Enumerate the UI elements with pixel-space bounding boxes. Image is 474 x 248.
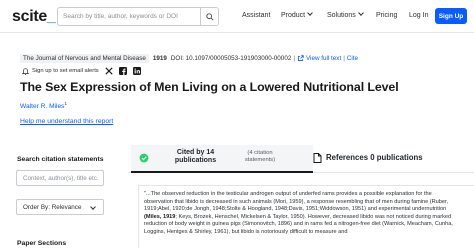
citation-text-before: "...The observed reduction in the testic… <box>144 191 449 213</box>
nav-login[interactable]: Log In <box>409 12 428 19</box>
search-input[interactable]: Search by title, author, keywords or DOI <box>58 13 200 20</box>
order-by-value: Order By: Relevance <box>23 203 82 211</box>
author-name[interactable]: Walter R. Miles <box>20 103 64 110</box>
search-citation-statements-heading: Search citation statements <box>17 156 104 163</box>
logo-underscore: _ <box>46 8 56 25</box>
twitter-icon[interactable] <box>105 67 113 75</box>
citation-text-after: ; Keys, Brozek, Henschel, Mickelsen & Ta… <box>144 213 453 235</box>
publication-year: 1919 <box>152 55 167 62</box>
order-by-select[interactable]: Order By: Relevance <box>16 199 104 215</box>
cited-by-label: Cited by 14 publications <box>173 149 218 165</box>
cite-link[interactable]: Cite <box>347 55 358 62</box>
search-icon[interactable] <box>200 8 218 25</box>
nav-product-label: Product <box>281 12 306 19</box>
view-full-text-link[interactable]: View full text <box>306 55 341 62</box>
separator: | <box>343 55 345 62</box>
logo-text: scite <box>12 8 47 25</box>
author-affiliation-marker: 1 <box>64 101 67 106</box>
tab-cited-by[interactable]: Cited by 14 publications (4 citation state… <box>131 145 313 173</box>
citation-statement-icon <box>139 153 149 163</box>
alerts-row: Sign up to set email alerts <box>22 67 141 75</box>
bell-icon <box>22 67 29 75</box>
linkedin-icon[interactable] <box>132 67 141 75</box>
citation-statements-count: (4 citation statements) <box>237 150 283 164</box>
author-link[interactable]: Walter R. Miles1 <box>20 101 67 110</box>
nav-pricing[interactable]: Pricing <box>376 12 397 19</box>
nav-assistant[interactable]: Assistant <box>242 12 270 19</box>
email-alerts-link[interactable]: Sign up to set email alerts <box>32 68 99 74</box>
nav-solutions-label: Solutions <box>327 12 356 19</box>
citation-highlight[interactable]: (Miles, 1919 <box>144 214 175 220</box>
paper-sections-heading: Paper Sections <box>17 240 67 247</box>
facebook-icon[interactable] <box>118 67 127 75</box>
cited-by-count: Cited by 14 <box>176 149 215 156</box>
chevron-down-icon <box>357 10 364 16</box>
citation-statements-line2: statements) <box>244 157 276 163</box>
cited-by-unit: publications <box>174 157 217 164</box>
nav-solutions[interactable]: Solutions <box>327 10 364 19</box>
top-navbar: scite_ Search by title, author, keywords… <box>0 0 474 33</box>
citation-statement-text: "...The observed reduction in the testic… <box>144 191 462 237</box>
citation-statements-line1: (4 citation <box>247 150 273 156</box>
paper-meta: The Journal of Nervous and Mental Diseas… <box>20 54 358 63</box>
chevron-down-icon <box>90 204 96 210</box>
search-bar[interactable]: Search by title, author, keywords or DOI <box>57 7 219 26</box>
tab-references[interactable]: References 0 publications <box>313 145 474 173</box>
document-icon <box>313 153 322 163</box>
separator: | <box>293 55 295 62</box>
nav-product[interactable]: Product <box>281 10 313 19</box>
doi: DOI: 10.1097/00005053-191903000-00002 <box>170 55 292 62</box>
journal-name[interactable]: The Journal of Nervous and Mental Diseas… <box>20 54 149 63</box>
signup-button[interactable]: Sign Up <box>435 8 467 24</box>
scite-logo[interactable]: scite_ <box>12 8 56 26</box>
chevron-down-icon <box>307 10 313 16</box>
paper-title: The Sex Expression of Men Living on a Lo… <box>20 80 399 94</box>
references-label: References 0 publications <box>326 153 423 162</box>
external-link-icon[interactable] <box>297 55 304 62</box>
context-search-input[interactable]: Context, author(s), title etc. <box>16 170 104 186</box>
help-understand-link[interactable]: Help me understand this report <box>20 118 113 125</box>
